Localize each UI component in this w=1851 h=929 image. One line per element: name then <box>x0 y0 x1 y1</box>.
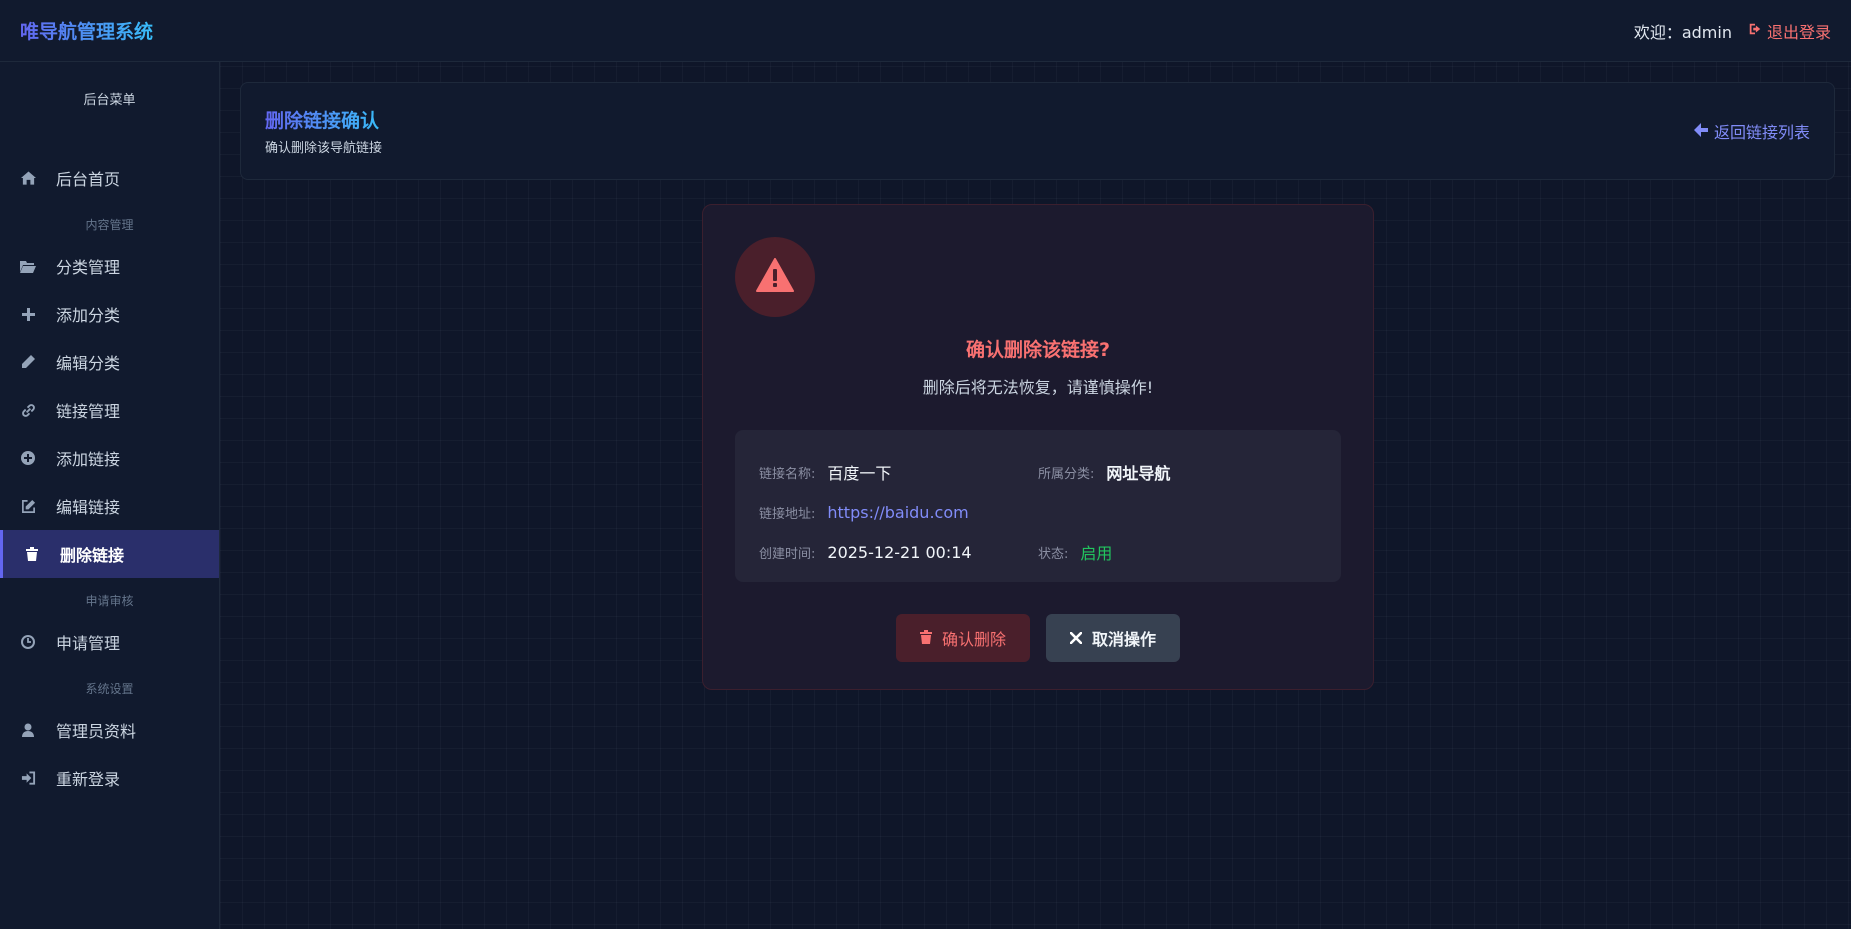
category-value: 网址导航 <box>1106 464 1171 483</box>
app-title[interactable]: 唯导航管理系统 <box>20 17 153 44</box>
group-label-system: 系统设置 <box>85 681 134 696</box>
sidebar-item-label: 链接管理 <box>56 402 121 421</box>
sign-in-icon <box>20 770 36 786</box>
info-cell-created: 创建时间: 2025-12-21 00:14 <box>759 543 1038 562</box>
sidebar-item-home[interactable]: 后台首页 <box>0 154 219 202</box>
arrow-left-icon <box>1693 122 1708 141</box>
info-row: 链接地址: https://baidu.com <box>759 492 1317 532</box>
action-buttons: 确认删除 取消操作 <box>735 614 1341 662</box>
sidebar-item-label: 删除链接 <box>60 546 125 565</box>
sidebar-item-label: 分类管理 <box>56 258 121 277</box>
edit-square-icon <box>20 498 36 514</box>
top-bar: 唯导航管理系统 欢迎：admin 退出登录 <box>0 0 1851 62</box>
delete-confirm-card: 确认删除该链接? 删除后将无法恢复，请谨慎操作! 链接名称: 百度一下 所属分类… <box>702 204 1374 690</box>
status-label: 状态: <box>1038 546 1069 562</box>
sidebar-item-label: 重新登录 <box>56 770 121 789</box>
sidebar-item-label: 后台首页 <box>56 170 121 189</box>
info-row: 创建时间: 2025-12-21 00:14 状态: 启用 <box>759 532 1317 572</box>
user-area: 欢迎：admin 退出登录 <box>1634 19 1831 43</box>
sidebar: 后台菜单 后台首页 内容管理 分类管理 添加分类 编辑分类 链接管理 添加链接 … <box>0 62 220 929</box>
logout-label: 退出登录 <box>1766 22 1831 42</box>
sidebar-item-edit-link[interactable]: 编辑链接 <box>0 482 219 530</box>
logout-link[interactable]: 退出登录 <box>1748 19 1831 43</box>
info-cell-category: 所属分类: 网址导航 <box>1038 460 1317 484</box>
logout-icon <box>1748 21 1762 40</box>
confirm-delete-button[interactable]: 确认删除 <box>895 614 1030 662</box>
link-info-panel: 链接名称: 百度一下 所属分类: 网址导航 链接地址: https://baid… <box>735 430 1341 582</box>
group-label-content: 内容管理 <box>85 217 134 232</box>
trash-icon <box>24 546 40 562</box>
plus-icon <box>20 306 36 322</box>
info-row: 链接名称: 百度一下 所属分类: 网址导航 <box>759 452 1317 492</box>
pencil-icon <box>20 354 36 370</box>
home-icon <box>20 170 36 186</box>
sidebar-title: 后台菜单 <box>83 93 136 108</box>
warning-badge <box>735 237 815 317</box>
trash-icon <box>919 629 932 648</box>
sidebar-item-category-manage[interactable]: 分类管理 <box>0 242 219 290</box>
page-heading: 删除链接确认 确认删除该导航链接 <box>265 106 382 156</box>
cancel-label: 取消操作 <box>1092 630 1157 649</box>
back-to-list-link[interactable]: 返回链接列表 <box>1693 119 1810 143</box>
info-cell-url: 链接地址: https://baidu.com <box>759 503 969 522</box>
sidebar-item-edit-category[interactable]: 编辑分类 <box>0 338 219 386</box>
created-time-value: 2025-12-21 00:14 <box>827 542 972 562</box>
page-subtitle: 确认删除该导航链接 <box>265 141 383 156</box>
welcome-text: 欢迎：admin <box>1633 22 1732 42</box>
group-label-review: 申请审核 <box>85 593 134 608</box>
sidebar-item-delete-link[interactable]: 删除链接 <box>0 530 219 578</box>
sidebar-item-label: 管理员资料 <box>56 722 137 741</box>
sidebar-item-label: 添加链接 <box>56 450 121 469</box>
user-icon <box>20 722 36 738</box>
link-url-value[interactable]: https://baidu.com <box>827 503 968 522</box>
clock-icon <box>20 634 36 650</box>
link-icon <box>20 402 36 418</box>
sidebar-item-link-manage[interactable]: 链接管理 <box>0 386 219 434</box>
folder-open-icon <box>20 258 36 274</box>
confirm-delete-label: 确认删除 <box>941 630 1006 649</box>
sidebar-item-relogin[interactable]: 重新登录 <box>0 754 219 802</box>
page-title: 删除链接确认 <box>265 106 382 133</box>
back-link-label: 返回链接列表 <box>1713 123 1810 142</box>
sidebar-item-add-link[interactable]: 添加链接 <box>0 434 219 482</box>
sidebar-item-label: 添加分类 <box>56 306 121 325</box>
link-url-label: 链接地址: <box>759 506 816 522</box>
info-cell-name: 链接名称: 百度一下 <box>759 460 1038 484</box>
confirm-title: 确认删除该链接? <box>965 339 1111 361</box>
sidebar-item-apply-manage[interactable]: 申请管理 <box>0 618 219 666</box>
created-time-label: 创建时间: <box>759 546 816 562</box>
sidebar-item-label: 编辑分类 <box>56 354 121 373</box>
info-cell-status: 状态: 启用 <box>1038 540 1317 564</box>
category-label: 所属分类: <box>1038 466 1095 482</box>
sidebar-item-label: 申请管理 <box>56 634 121 653</box>
sidebar-item-add-category[interactable]: 添加分类 <box>0 290 219 338</box>
sidebar-item-label: 编辑链接 <box>56 498 121 517</box>
status-badge: 启用 <box>1080 544 1113 563</box>
cancel-button[interactable]: 取消操作 <box>1046 614 1181 662</box>
confirm-warning-text: 删除后将无法恢复，请谨慎操作! <box>922 378 1154 397</box>
link-name-label: 链接名称: <box>759 466 816 482</box>
plus-circle-icon <box>20 450 36 466</box>
close-icon <box>1069 629 1083 648</box>
page-header: 删除链接确认 确认删除该导航链接 返回链接列表 <box>240 82 1835 180</box>
link-name-value: 百度一下 <box>827 464 892 483</box>
warning-triangle-icon <box>756 258 794 296</box>
sidebar-item-admin-profile[interactable]: 管理员资料 <box>0 706 219 754</box>
